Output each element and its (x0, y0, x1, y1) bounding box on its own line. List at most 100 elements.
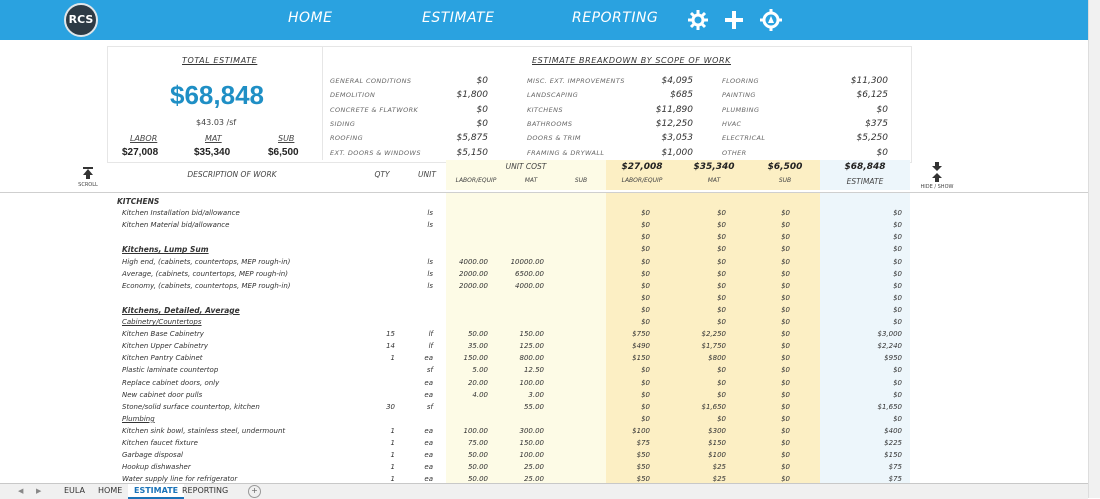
nav-estimate[interactable]: ESTIMATE (422, 10, 494, 26)
sub-total-cell[interactable]: $0 (750, 379, 790, 387)
unit-labor-cell[interactable]: 50.00 (446, 451, 488, 459)
unit-cell[interactable]: ea (405, 427, 433, 435)
estimate-cell[interactable]: $1,650 (820, 403, 903, 411)
mat-total-cell[interactable]: $25 (678, 463, 726, 471)
unit-labor-cell[interactable]: 35.00 (446, 342, 488, 350)
table-row[interactable]: Kitchen Installation bid/allowance ls $0 $0… (107, 208, 910, 220)
sheet-tab-reporting[interactable]: REPORTING (176, 484, 234, 497)
estimate-cell[interactable]: $0 (820, 366, 902, 374)
nav-reporting[interactable]: REPORTING (572, 10, 658, 26)
estimate-cell[interactable]: $0 (820, 233, 902, 241)
labor-total-cell[interactable]: $0 (606, 258, 650, 266)
unit-cell[interactable]: ea (405, 391, 433, 399)
estimate-cell[interactable]: $400 (820, 427, 902, 435)
labor-total-cell[interactable]: $0 (606, 366, 650, 374)
table-row[interactable]: Kitchen faucet fixture 1 ea 75.00 150.00 $75 $… (107, 438, 910, 450)
hide-show-icon[interactable] (930, 162, 944, 182)
scroll-up-icon[interactable] (81, 166, 95, 180)
qty-cell[interactable]: 1 (365, 451, 395, 459)
unit-cell[interactable]: ea (405, 354, 433, 362)
settings-icon[interactable] (759, 8, 783, 32)
mat-total-cell[interactable]: $100 (678, 451, 726, 459)
table-row[interactable]: Average, (cabinets, countertops, MEP rou… (107, 269, 910, 281)
estimate-cell[interactable]: $3,000 (820, 330, 903, 338)
unit-labor-cell[interactable]: 4.00 (446, 391, 488, 399)
prev-sheet-icon[interactable]: ◀ (18, 487, 23, 495)
estimate-cell[interactable]: $75 (820, 463, 902, 471)
sheet-tab-eula[interactable]: EULA (58, 484, 91, 497)
labor-total-cell[interactable]: $0 (606, 233, 650, 241)
mat-total-cell[interactable]: $0 (678, 318, 726, 326)
qty-cell[interactable]: 30 (365, 403, 395, 411)
unit-cell[interactable]: lf (405, 330, 433, 338)
unit-mat-cell[interactable]: 800.00 (506, 354, 545, 362)
estimate-cell[interactable]: $0 (820, 282, 902, 290)
labor-total-cell[interactable]: $150 (606, 354, 650, 362)
table-row[interactable]: Replace cabinet doors, only ea 20.00 100.00… (107, 378, 910, 390)
mat-total-cell[interactable]: $0 (678, 258, 726, 266)
labor-total-cell[interactable]: $0 (606, 403, 650, 411)
gear-icon[interactable] (686, 8, 710, 32)
sub-total-cell[interactable]: $0 (750, 403, 790, 411)
sub-total-cell[interactable]: $0 (750, 451, 790, 459)
mat-total-cell[interactable]: $0 (678, 306, 726, 314)
unit-labor-cell[interactable]: 4000.00 (446, 258, 488, 266)
table-row[interactable]: High end, (cabinets, countertops, MEP ro… (107, 257, 910, 269)
table-row[interactable]: Stone/solid surface countertop, kitchen 3… (107, 402, 910, 414)
estimate-cell[interactable]: $0 (820, 379, 902, 387)
mat-total-cell[interactable]: $1,750 (678, 342, 727, 350)
sub-total-cell[interactable]: $0 (750, 330, 790, 338)
sub-total-cell[interactable]: $0 (750, 294, 790, 302)
estimate-cell[interactable]: $0 (820, 306, 902, 314)
estimate-cell[interactable]: $0 (820, 415, 902, 423)
next-sheet-icon[interactable]: ▶ (36, 487, 41, 495)
unit-cell[interactable]: ls (405, 270, 433, 278)
section-row[interactable]: Kitchens, Detailed, Average $0 $0 $0 $0 (107, 305, 910, 317)
estimate-cell[interactable]: $0 (820, 391, 902, 399)
estimate-cell[interactable]: $0 (820, 270, 902, 278)
unit-cell[interactable]: ea (405, 463, 433, 471)
unit-labor-cell[interactable]: 50.00 (446, 463, 488, 471)
mat-total-cell[interactable]: $800 (678, 354, 726, 362)
nav-home[interactable]: HOME (288, 10, 332, 26)
mat-total-cell[interactable]: $0 (678, 379, 726, 387)
table-row[interactable]: Kitchen Base Cabinetry 15 lf 50.00 150.00 $75… (107, 329, 910, 341)
sub-total-cell[interactable]: $0 (750, 258, 790, 266)
mat-total-cell[interactable]: $0 (678, 391, 726, 399)
mat-total-cell[interactable]: $0 (678, 221, 726, 229)
unit-cell[interactable]: lf (405, 342, 433, 350)
unit-labor-cell[interactable]: 5.00 (446, 366, 488, 374)
sub-total-cell[interactable]: $0 (750, 282, 790, 290)
labor-total-cell[interactable]: $750 (606, 330, 650, 338)
unit-labor-cell[interactable]: 150.00 (446, 354, 489, 362)
estimate-cell[interactable]: $225 (820, 439, 902, 447)
labor-total-cell[interactable]: $50 (606, 451, 650, 459)
estimate-cell[interactable]: $0 (820, 258, 902, 266)
unit-mat-cell[interactable]: 100.00 (506, 451, 545, 459)
section-row[interactable]: Cabinetry/Countertops $0 $0 $0 $0 (107, 317, 910, 329)
mat-total-cell[interactable]: $0 (678, 245, 726, 253)
sub-total-cell[interactable]: $0 (750, 233, 790, 241)
rcs-logo[interactable]: RCS (64, 3, 98, 37)
unit-cell[interactable]: ls (405, 282, 433, 290)
table-row[interactable]: Garbage disposal 1 ea 50.00 100.00 $50 $100 $0 $… (107, 450, 910, 462)
sub-total-cell[interactable]: $0 (750, 415, 790, 423)
unit-labor-cell[interactable]: 75.00 (446, 439, 488, 447)
unit-mat-cell[interactable]: 6500.00 (506, 270, 544, 278)
unit-labor-cell[interactable]: 20.00 (446, 379, 488, 387)
qty-cell[interactable]: 15 (365, 330, 395, 338)
section-row[interactable]: Kitchens, Lump Sum $0 $0 $0 $0 (107, 244, 910, 256)
unit-cell[interactable]: ea (405, 439, 433, 447)
unit-mat-cell[interactable]: 300.00 (506, 427, 545, 435)
labor-total-cell[interactable]: $0 (606, 379, 650, 387)
table-row[interactable]: Kitchen Pantry Cabinet 1 ea 150.00 800.00 $15… (107, 353, 910, 365)
sheet-tab-home[interactable]: HOME (92, 484, 128, 497)
labor-total-cell[interactable]: $0 (606, 209, 650, 217)
sub-total-cell[interactable]: $0 (750, 209, 790, 217)
mat-total-cell[interactable]: $0 (678, 415, 726, 423)
add-sheet-icon[interactable]: + (248, 485, 261, 498)
table-row[interactable]: $0 $0 $0 $0 (107, 232, 910, 244)
table-row[interactable]: Economy, (cabinets, countertops, MEP rou… (107, 281, 910, 293)
estimate-cell[interactable]: $0 (820, 245, 902, 253)
unit-cell[interactable]: sf (405, 403, 433, 411)
